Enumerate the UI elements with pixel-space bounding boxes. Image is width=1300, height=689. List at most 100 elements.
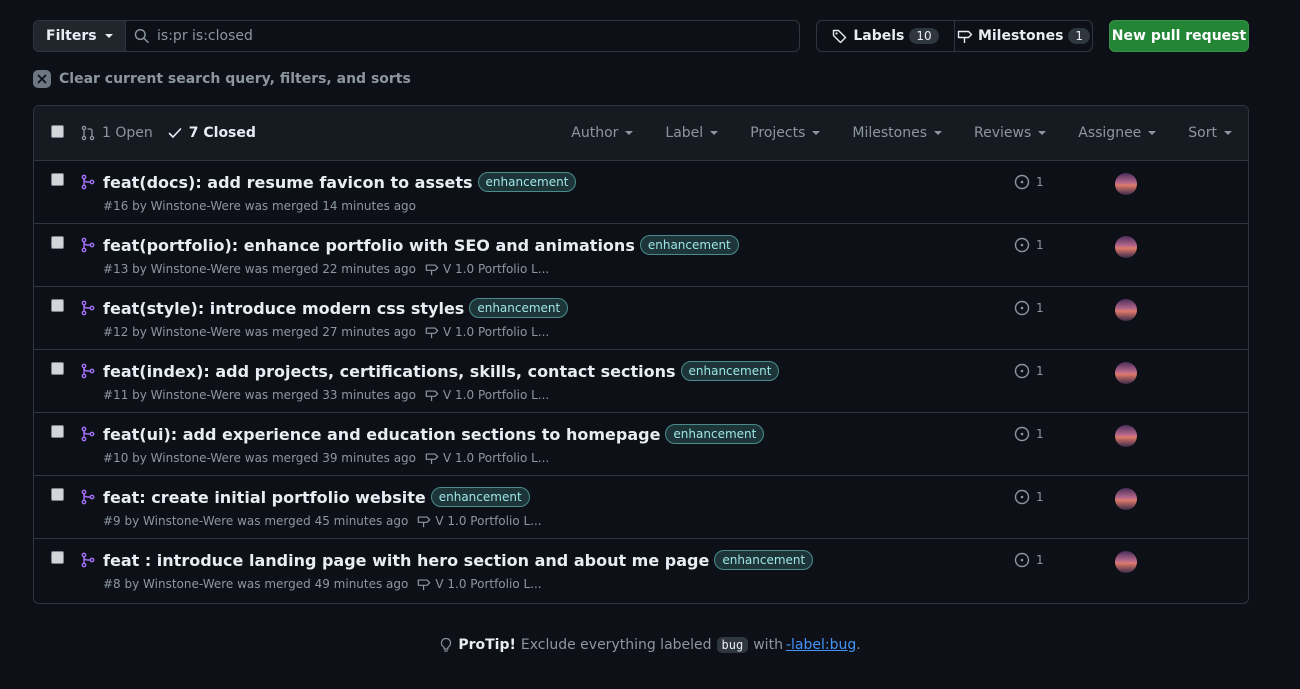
label-badge[interactable]: enhancement xyxy=(680,361,780,381)
row-meta: #9 by Winstone-Were was merged 45 minute… xyxy=(103,514,542,528)
row-milestone-text: V 1.0 Portfolio L... xyxy=(443,451,550,465)
sort-filter-label: Sort xyxy=(1188,125,1217,141)
table-row[interactable]: feat: create initial portfolio website e… xyxy=(34,476,1248,539)
closed-count-text: 7 Closed xyxy=(188,125,256,141)
caret-down-icon xyxy=(1224,131,1232,135)
row-checkbox[interactable] xyxy=(51,488,64,501)
label-badge[interactable]: enhancement xyxy=(477,172,577,192)
row-checkbox[interactable] xyxy=(51,425,64,438)
comments-link[interactable]: 1 xyxy=(1014,426,1044,442)
row-checkbox[interactable] xyxy=(51,236,64,249)
label-badge[interactable]: enhancement xyxy=(469,298,569,318)
table-row[interactable]: feat(portfolio): enhance portfolio with … xyxy=(34,224,1248,287)
comment-icon xyxy=(1014,552,1030,568)
pr-title-link[interactable]: feat(style): introduce modern css styles xyxy=(103,299,464,318)
row-meta-text: #9 by Winstone-Were was merged 45 minute… xyxy=(103,514,409,528)
milestones-button[interactable]: Milestones 1 xyxy=(954,21,1092,51)
row-meta: #13 by Winstone-Were was merged 22 minut… xyxy=(103,262,549,276)
tag-icon xyxy=(833,29,847,44)
search-icon xyxy=(134,29,149,43)
table-row[interactable]: feat(index): add projects, certification… xyxy=(34,350,1248,413)
git-merge-icon xyxy=(81,426,95,442)
table-row[interactable]: feat(ui): add experience and education s… xyxy=(34,413,1248,476)
row-checkbox[interactable] xyxy=(51,173,64,186)
comment-count: 1 xyxy=(1036,238,1044,252)
pr-title-link[interactable]: feat(index): add projects, certification… xyxy=(103,362,676,381)
row-milestone[interactable]: V 1.0 Portfolio L... xyxy=(425,325,549,339)
milestone-icon xyxy=(425,264,439,276)
milestone-icon xyxy=(425,453,439,465)
open-filter[interactable]: 1 Open xyxy=(80,125,153,141)
label-badge[interactable]: enhancement xyxy=(639,235,739,255)
author-filter[interactable]: Author xyxy=(571,125,634,141)
closed-filter[interactable]: 7 Closed xyxy=(167,125,256,141)
row-meta: #12 by Winstone-Were was merged 27 minut… xyxy=(103,325,549,339)
caret-down-icon xyxy=(710,131,719,135)
pr-title-link[interactable]: feat : introduce landing page with hero … xyxy=(103,551,709,570)
row-title-line: feat: create initial portfolio website e… xyxy=(103,487,530,507)
label-badge[interactable]: enhancement xyxy=(430,487,530,507)
pr-title-link[interactable]: feat(docs): add resume favicon to assets xyxy=(103,173,473,192)
row-milestone[interactable]: V 1.0 Portfolio L... xyxy=(417,577,542,591)
row-checkbox[interactable] xyxy=(51,299,64,312)
assignee-avatar[interactable] xyxy=(1115,299,1137,321)
check-icon xyxy=(168,128,182,138)
labels-count: 10 xyxy=(909,28,939,44)
label-badge[interactable]: enhancement xyxy=(714,550,814,570)
row-meta-text: #10 by Winstone-Were was merged 39 minut… xyxy=(103,451,417,465)
row-milestone[interactable]: V 1.0 Portfolio L... xyxy=(425,388,549,402)
row-checkbox[interactable] xyxy=(51,551,64,564)
comments-link[interactable]: 1 xyxy=(1014,552,1044,568)
milestones-count: 1 xyxy=(1068,28,1091,44)
milestone-icon xyxy=(957,30,973,43)
milestones-filter-label: Milestones xyxy=(852,125,927,141)
search-input[interactable] xyxy=(157,28,791,44)
pr-title-link[interactable]: feat: create initial portfolio website xyxy=(103,488,426,507)
clear-filters-link[interactable]: Clear current search query, filters, and… xyxy=(33,70,411,88)
select-all-checkbox[interactable] xyxy=(51,125,64,138)
search-box[interactable] xyxy=(126,21,799,51)
filters-button[interactable]: Filters xyxy=(34,21,126,51)
row-milestone[interactable]: V 1.0 Portfolio L... xyxy=(425,262,549,276)
assignee-avatar[interactable] xyxy=(1115,488,1137,510)
labels-button[interactable]: Labels 10 xyxy=(817,21,954,51)
label-filter[interactable]: Label xyxy=(665,125,719,141)
toolbar: Filters Labels 10 Milestones 1 New pull … xyxy=(33,20,1249,52)
close-icon xyxy=(33,70,51,88)
comments-link[interactable]: 1 xyxy=(1014,237,1044,253)
comments-link[interactable]: 1 xyxy=(1014,174,1044,190)
new-pull-request-button[interactable]: New pull request xyxy=(1109,20,1249,52)
row-milestone[interactable]: V 1.0 Portfolio L... xyxy=(417,514,542,528)
row-milestone-text: V 1.0 Portfolio L... xyxy=(443,388,550,402)
sort-filter[interactable]: Sort xyxy=(1188,125,1232,141)
pr-title-link[interactable]: feat(ui): add experience and education s… xyxy=(103,425,660,444)
row-title-line: feat : introduce landing page with hero … xyxy=(103,550,814,570)
protip-link[interactable]: -label:bug xyxy=(786,637,856,653)
table-row[interactable]: feat(docs): add resume favicon to assets… xyxy=(34,161,1248,224)
milestone-icon xyxy=(418,516,431,528)
row-milestone[interactable]: V 1.0 Portfolio L... xyxy=(425,451,549,465)
assignee-filter-label: Assignee xyxy=(1078,125,1142,141)
projects-filter[interactable]: Projects xyxy=(750,125,821,141)
assignee-avatar[interactable] xyxy=(1115,173,1137,195)
row-meta: #11 by Winstone-Were was merged 33 minut… xyxy=(103,388,549,402)
pr-title-link[interactable]: feat(portfolio): enhance portfolio with … xyxy=(103,236,635,255)
milestones-filter[interactable]: Milestones xyxy=(852,125,942,141)
assignee-avatar[interactable] xyxy=(1115,425,1137,447)
label-badge[interactable]: enhancement xyxy=(665,424,765,444)
assignee-avatar[interactable] xyxy=(1115,236,1137,258)
comments-link[interactable]: 1 xyxy=(1014,489,1044,505)
row-checkbox[interactable] xyxy=(51,362,64,375)
comment-icon xyxy=(1014,237,1030,253)
table-row[interactable]: feat : introduce landing page with hero … xyxy=(34,539,1248,602)
table-row[interactable]: feat(style): introduce modern css styles… xyxy=(34,287,1248,350)
comments-link[interactable]: 1 xyxy=(1014,300,1044,316)
comments-link[interactable]: 1 xyxy=(1014,363,1044,379)
label-filter-label: Label xyxy=(665,125,704,141)
assignee-filter[interactable]: Assignee xyxy=(1078,125,1157,141)
assignee-avatar[interactable] xyxy=(1115,551,1137,573)
row-milestone-text: V 1.0 Portfolio L... xyxy=(435,577,542,591)
assignee-avatar[interactable] xyxy=(1115,362,1137,384)
protip-prefix: ProTip! xyxy=(458,637,516,653)
reviews-filter[interactable]: Reviews xyxy=(974,125,1047,141)
